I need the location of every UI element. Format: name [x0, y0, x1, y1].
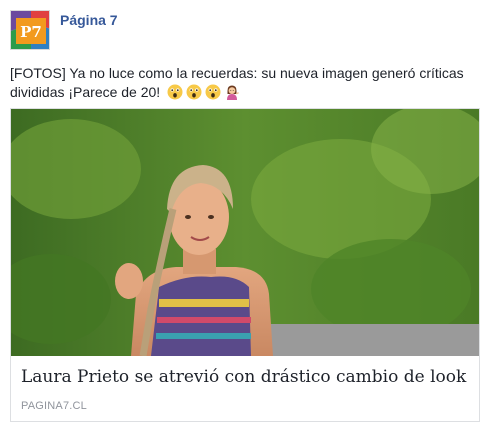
post-header: P7 Página 7: [10, 10, 118, 52]
avatar-text: P7: [20, 23, 42, 41]
link-title[interactable]: Laura Prieto se atrevió con drástico cam…: [21, 367, 471, 387]
astonished-face-icon: [186, 84, 202, 100]
emoji-row: [167, 84, 240, 100]
page-avatar[interactable]: P7: [10, 10, 50, 50]
article-photo: [11, 109, 479, 356]
page-name-link[interactable]: Página 7: [60, 12, 118, 52]
astonished-face-icon: [205, 84, 221, 100]
link-preview-card[interactable]: Laura Prieto se atrevió con drástico cam…: [10, 108, 480, 422]
person-tipping-hand-icon: [227, 85, 239, 100]
astonished-face-icon: [167, 84, 183, 100]
facebook-post: P7 Página 7 [FOTOS] Ya no luce como la r…: [0, 0, 490, 427]
p7-logo-icon: P7: [11, 11, 49, 49]
link-domain: PAGINA7.CL: [21, 400, 87, 412]
post-message: [FOTOS] Ya no luce como la recuerdas: su…: [10, 64, 480, 102]
link-preview-image[interactable]: [11, 109, 479, 356]
